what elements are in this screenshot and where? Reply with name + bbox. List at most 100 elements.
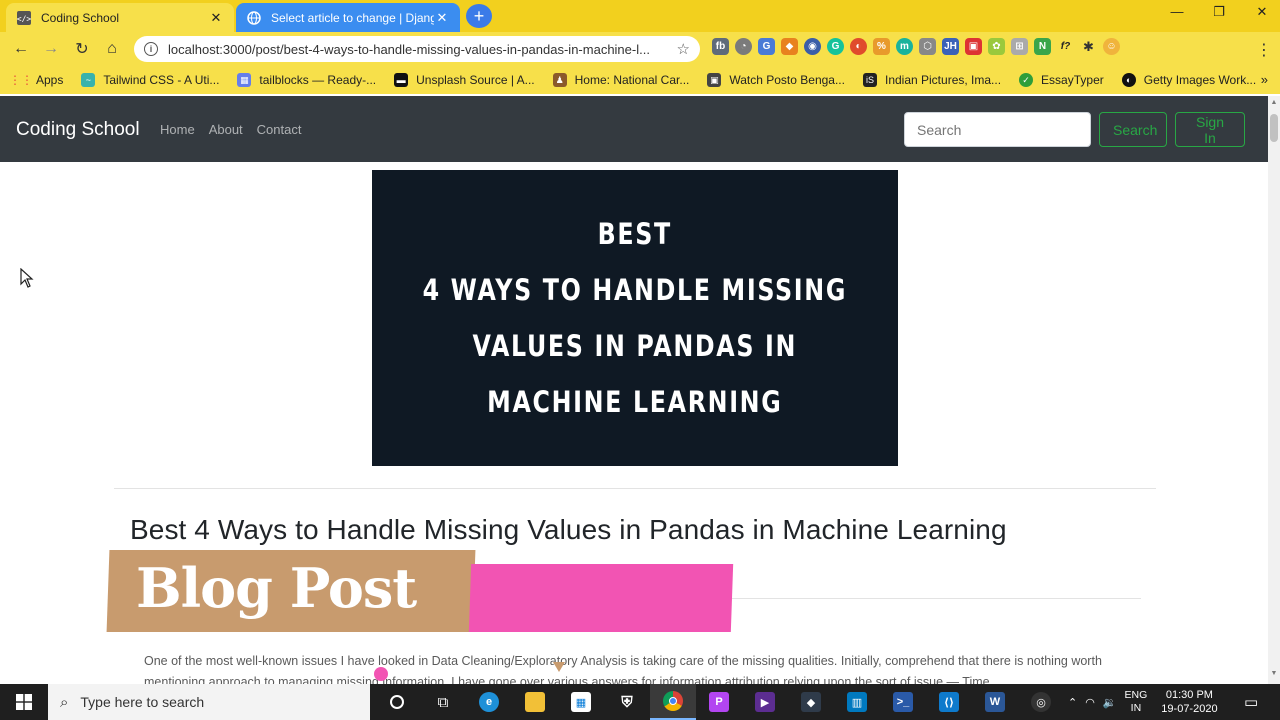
address-bar[interactable]: i localhost:3000/post/best-4-ways-to-han…	[134, 36, 700, 62]
apps-grid-icon: ⋮⋮	[9, 73, 33, 87]
bookmark-tailwind[interactable]: ~ Tailwind CSS - A Uti...	[81, 73, 219, 87]
more-bookmarks-icon[interactable]: »	[1261, 72, 1268, 87]
blog-post-banner: Blog Post	[136, 556, 417, 620]
reload-icon[interactable]: ↻	[71, 38, 93, 60]
puzzle-icon[interactable]: ✱	[1080, 38, 1097, 55]
sign-in-button[interactable]: Sign In	[1175, 112, 1245, 147]
color-picker-icon[interactable]: ▣	[965, 38, 982, 55]
jh-extension-icon[interactable]: JH	[942, 38, 959, 55]
chrome-icon[interactable]	[650, 684, 696, 720]
back-arrow-icon[interactable]: ←	[10, 38, 32, 60]
forward-arrow-icon[interactable]: →	[40, 38, 62, 60]
shield-extension-icon[interactable]: ⬡	[919, 38, 936, 55]
vscode-icon[interactable]: ⟨⟩	[926, 684, 972, 720]
translate-icon[interactable]: G	[758, 38, 775, 55]
function-extension-icon[interactable]: f?	[1057, 38, 1074, 55]
nav-link-home[interactable]: Home	[160, 122, 195, 137]
page-scrollbar[interactable]: ▲ ▼	[1268, 96, 1280, 684]
windows-start-icon[interactable]	[0, 684, 48, 720]
minimize-icon[interactable]: —	[1162, 4, 1192, 19]
bookmark-getty[interactable]: ◐ Getty Images Work...	[1121, 73, 1256, 87]
n-extension-icon[interactable]: N	[1034, 38, 1051, 55]
m-extension-icon[interactable]: m	[896, 38, 913, 55]
hero-line: 4 WAYS TO HANDLE MISSING	[422, 273, 848, 307]
bookmark-label: EssayTyper	[1041, 73, 1104, 87]
search-button[interactable]: Search	[1099, 112, 1167, 147]
search-input[interactable]	[904, 112, 1091, 147]
scrollbar-thumb[interactable]	[1270, 114, 1278, 142]
store-icon[interactable]: ▦	[558, 684, 604, 720]
security-shield-icon[interactable]: ⛨	[604, 684, 650, 720]
bookmark-label: Apps	[36, 73, 64, 87]
close-icon[interactable]: ✕	[208, 10, 224, 26]
taskbar-search[interactable]: ⌕ Type here to search	[48, 684, 370, 720]
phpstorm-icon[interactable]: P	[696, 684, 742, 720]
bookmark-indian-pictures[interactable]: iS Indian Pictures, Ima...	[862, 73, 1001, 87]
tab-coding-school[interactable]: </> Coding School ✕	[6, 3, 234, 32]
pie-extension-icon[interactable]: ◐	[850, 38, 867, 55]
new-tab-button[interactable]: +	[466, 4, 492, 28]
speedometer-icon[interactable]: ◔	[735, 38, 752, 55]
windows-taskbar: ⌕ Type here to search ⧉ e ▦ ⛨ P ▶ ◆ ▥ >_…	[0, 684, 1280, 720]
word-icon[interactable]: W	[972, 684, 1018, 720]
git-tool-icon[interactable]: ◆	[788, 684, 834, 720]
chevron-up-icon[interactable]: ⌃	[1068, 696, 1077, 709]
wifi-icon[interactable]: ◠	[1085, 696, 1095, 709]
task-view-icon[interactable]: ⧉	[420, 684, 466, 720]
mouse-cursor-icon	[20, 267, 34, 294]
bookmark-label: tailblocks — Ready-...	[259, 73, 377, 87]
edge-icon[interactable]: e	[466, 684, 512, 720]
region-code: IN	[1130, 702, 1142, 714]
ruler-extension-icon[interactable]: ⊞	[1011, 38, 1028, 55]
site-brand[interactable]: Coding School	[16, 119, 140, 141]
language-indicator[interactable]: ENG IN	[1125, 689, 1148, 715]
bookmark-tailblocks[interactable]: ▦ tailblocks — Ready-...	[237, 73, 376, 87]
menu-dots-icon[interactable]: ⋮	[1256, 40, 1272, 60]
close-icon[interactable]: ✕	[434, 10, 450, 26]
scroll-up-icon[interactable]: ▲	[1270, 99, 1278, 106]
window-close-icon[interactable]: ✕	[1247, 4, 1277, 20]
divider	[114, 488, 1156, 489]
file-explorer-icon[interactable]	[512, 684, 558, 720]
powershell-icon[interactable]: >_	[880, 684, 926, 720]
bookmark-posto[interactable]: ▣ Watch Posto Benga...	[707, 73, 845, 87]
clock-time: 01:30 PM	[1165, 689, 1213, 701]
visual-studio-icon[interactable]: ▶	[742, 684, 788, 720]
obs-icon[interactable]: ◎	[1018, 684, 1064, 720]
nav-link-about[interactable]: About	[209, 122, 243, 137]
page-viewport: Coding School Home About Contact Search …	[0, 96, 1268, 684]
bookmark-unsplash[interactable]: ▬ Unsplash Source | A...	[394, 73, 535, 87]
unsplash-icon: ▬	[394, 73, 409, 87]
metamask-icon[interactable]: ◆	[781, 38, 798, 55]
cortana-icon[interactable]	[374, 684, 420, 720]
info-icon[interactable]: i	[144, 42, 158, 56]
getty-icon: ◐	[1121, 73, 1136, 87]
nav-link-contact[interactable]: Contact	[257, 122, 302, 137]
check-icon: ✓	[1019, 73, 1034, 87]
coupon-extension-icon[interactable]: %	[873, 38, 890, 55]
scroll-down-icon[interactable]: ▼	[1270, 670, 1278, 677]
restore-icon[interactable]: ❐	[1204, 4, 1234, 20]
leaf-extension-icon[interactable]: ✿	[988, 38, 1005, 55]
bookmark-label: Unsplash Source | A...	[416, 73, 535, 87]
grammarly-icon[interactable]: G	[827, 38, 844, 55]
hero-text: BEST 4 WAYS TO HANDLE MISSING VALUES IN …	[423, 206, 847, 430]
decorative-dot	[374, 667, 388, 681]
search-icon: ⌕	[60, 693, 69, 711]
avatar[interactable]: ☺	[1103, 38, 1120, 55]
tailblocks-icon: ▦	[237, 73, 252, 87]
bookmark-essaytyper[interactable]: ✓ EssayTyper	[1019, 73, 1104, 87]
notification-icon[interactable]: ▭	[1244, 693, 1258, 711]
bookmark-star-icon[interactable]: ☆	[677, 40, 690, 58]
bookmark-apps[interactable]: ⋮⋮ Apps	[9, 73, 64, 87]
tab-django-admin[interactable]: Select article to change | Django ✕	[236, 3, 460, 32]
home-icon[interactable]: ⌂	[101, 38, 123, 60]
trello-icon[interactable]: ▥	[834, 684, 880, 720]
extension-icon[interactable]: fb	[712, 38, 729, 55]
system-clock[interactable]: 01:30 PM 19-07-2020	[1161, 688, 1217, 716]
person-icon: ♟	[552, 73, 567, 87]
bookmark-national-car[interactable]: ♟ Home: National Car...	[552, 73, 689, 87]
profile-extension-icon[interactable]: ◉	[804, 38, 821, 55]
volume-icon[interactable]: 🔉	[1103, 696, 1117, 709]
globe-icon	[246, 10, 262, 26]
